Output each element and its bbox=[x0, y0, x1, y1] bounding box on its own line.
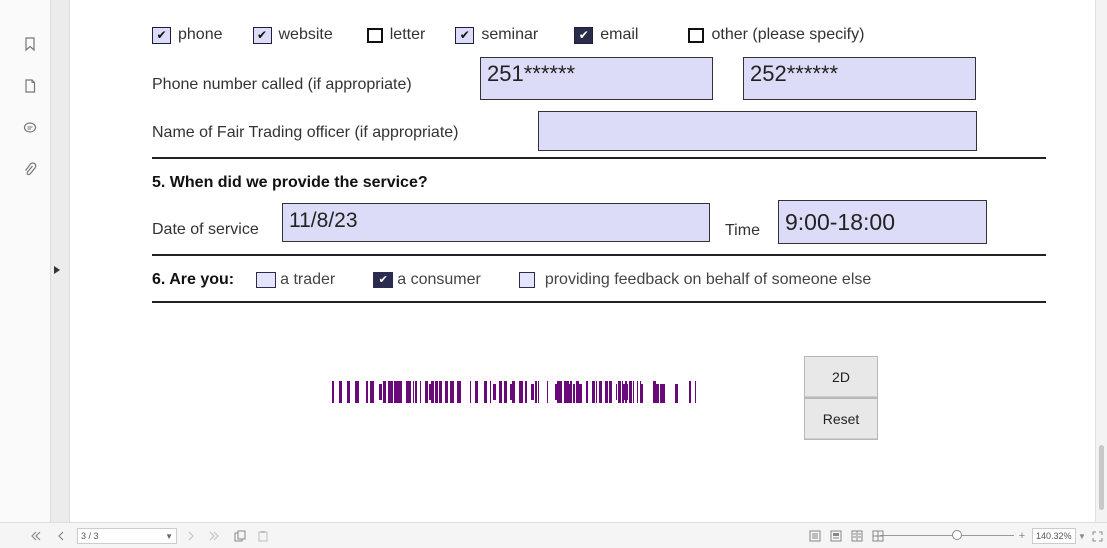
section-divider bbox=[152, 301, 1046, 303]
pages-icon[interactable] bbox=[22, 78, 38, 94]
zoom-dropdown-icon[interactable]: ▼ bbox=[1078, 528, 1086, 544]
option-on-behalf-box[interactable] bbox=[518, 272, 535, 288]
first-page-icon[interactable] bbox=[30, 528, 42, 544]
checkbox-other[interactable]: other (please specify) bbox=[688, 26, 864, 44]
checkbox-letter[interactable]: letter bbox=[366, 26, 426, 44]
section6-heading: 6. Are you: bbox=[152, 271, 235, 288]
status-bar: 3 / 3 ▼ − + 140.32% ▼ bbox=[0, 522, 1107, 548]
checkbox-seminar-label: seminar bbox=[481, 26, 539, 43]
checkbox-website-label: website bbox=[278, 26, 333, 43]
scrollbar-thumb[interactable] bbox=[1099, 445, 1104, 510]
checkbox-other-label: other (please specify) bbox=[711, 26, 865, 43]
twod-button[interactable]: 2D bbox=[804, 356, 878, 398]
option-trader-box[interactable] bbox=[256, 272, 277, 288]
phone-number-field-1[interactable]: 251****** bbox=[480, 57, 713, 100]
sidebar-splitter[interactable] bbox=[50, 0, 70, 522]
time-label: Time bbox=[725, 222, 760, 239]
option-trader[interactable]: a trader bbox=[256, 271, 335, 289]
checkbox-seminar-box[interactable]: ✔ bbox=[455, 26, 475, 44]
vertical-scrollbar[interactable] bbox=[1095, 0, 1107, 522]
reset-button[interactable]: Reset bbox=[804, 398, 878, 440]
last-page-icon[interactable] bbox=[208, 528, 220, 544]
checkbox-website-box[interactable]: ✔ bbox=[252, 26, 272, 44]
chevron-down-icon: ▼ bbox=[165, 531, 173, 541]
officer-name-field[interactable] bbox=[538, 111, 977, 151]
phone-number-field-2[interactable]: 252****** bbox=[743, 57, 976, 100]
option-consumer-box[interactable]: ✔ bbox=[373, 272, 394, 288]
zoom-out-icon[interactable]: − bbox=[879, 528, 887, 544]
officer-name-label: Name of Fair Trading officer (if appropr… bbox=[152, 124, 459, 141]
next-page-icon[interactable] bbox=[186, 528, 196, 544]
option-on-behalf-label: providing feedback on behalf of someone … bbox=[544, 271, 872, 288]
option-consumer[interactable]: ✔ a consumer bbox=[373, 271, 481, 289]
zoom-level-value: 140.32% bbox=[1036, 531, 1072, 541]
date-of-service-field[interactable]: 11/8/23 bbox=[282, 203, 710, 242]
checkbox-other-box[interactable] bbox=[688, 27, 705, 43]
paperclip-icon[interactable] bbox=[22, 162, 38, 178]
checkbox-email[interactable]: ✔ email bbox=[574, 26, 638, 44]
facing-view-icon[interactable] bbox=[850, 528, 864, 544]
checkbox-phone-box[interactable]: ✔ bbox=[152, 26, 171, 44]
checkbox-website[interactable]: ✔ website bbox=[252, 26, 333, 44]
phone-number-label: Phone number called (if appropriate) bbox=[152, 76, 412, 93]
option-on-behalf[interactable]: providing feedback on behalf of someone … bbox=[518, 271, 872, 289]
continuous-view-icon[interactable] bbox=[829, 528, 843, 544]
checkbox-letter-box[interactable] bbox=[366, 27, 383, 43]
barcode-image bbox=[332, 381, 696, 403]
left-sidebar bbox=[0, 0, 50, 522]
option-trader-label: a trader bbox=[280, 271, 336, 288]
comment-icon[interactable] bbox=[22, 120, 38, 136]
zoom-level-field[interactable]: 140.32% bbox=[1032, 528, 1076, 544]
checkbox-email-label: email bbox=[600, 26, 639, 43]
document-page: ✔ phone ✔ website letter ✔ seminar ✔ ema… bbox=[70, 0, 1095, 522]
zoom-slider-track[interactable] bbox=[884, 535, 1014, 536]
previous-page-icon[interactable] bbox=[56, 528, 66, 544]
page-number-select[interactable]: 3 / 3 ▼ bbox=[77, 528, 177, 544]
zoom-in-icon[interactable]: + bbox=[1017, 528, 1027, 544]
section-divider bbox=[152, 254, 1046, 256]
date-of-service-label: Date of service bbox=[152, 221, 259, 238]
checkbox-email-box[interactable]: ✔ bbox=[574, 26, 594, 44]
contact-methods-row: ✔ phone ✔ website letter ✔ seminar ✔ ema… bbox=[152, 26, 894, 44]
checkbox-phone[interactable]: ✔ phone bbox=[152, 26, 223, 44]
time-field[interactable]: 9:00-18:00 bbox=[778, 200, 987, 244]
copy-page-icon[interactable] bbox=[233, 528, 247, 544]
section-divider bbox=[152, 157, 1046, 159]
zoom-slider-knob[interactable] bbox=[952, 530, 962, 540]
option-consumer-label: a consumer bbox=[397, 271, 481, 288]
section5-heading: 5. When did we provide the service? bbox=[152, 174, 428, 191]
expand-panel-icon[interactable] bbox=[52, 264, 62, 276]
section6-row: 6. Are you: a trader ✔ a consumer provid… bbox=[152, 271, 909, 289]
fullscreen-icon[interactable] bbox=[1090, 528, 1104, 544]
bookmark-icon[interactable] bbox=[22, 36, 38, 52]
page-indicator: 3 / 3 bbox=[81, 531, 99, 541]
checkbox-phone-label: phone bbox=[178, 26, 223, 43]
paste-page-icon[interactable] bbox=[256, 528, 270, 544]
single-page-view-icon[interactable] bbox=[808, 528, 822, 544]
checkbox-letter-label: letter bbox=[389, 26, 426, 43]
checkbox-seminar[interactable]: ✔ seminar bbox=[455, 26, 538, 44]
